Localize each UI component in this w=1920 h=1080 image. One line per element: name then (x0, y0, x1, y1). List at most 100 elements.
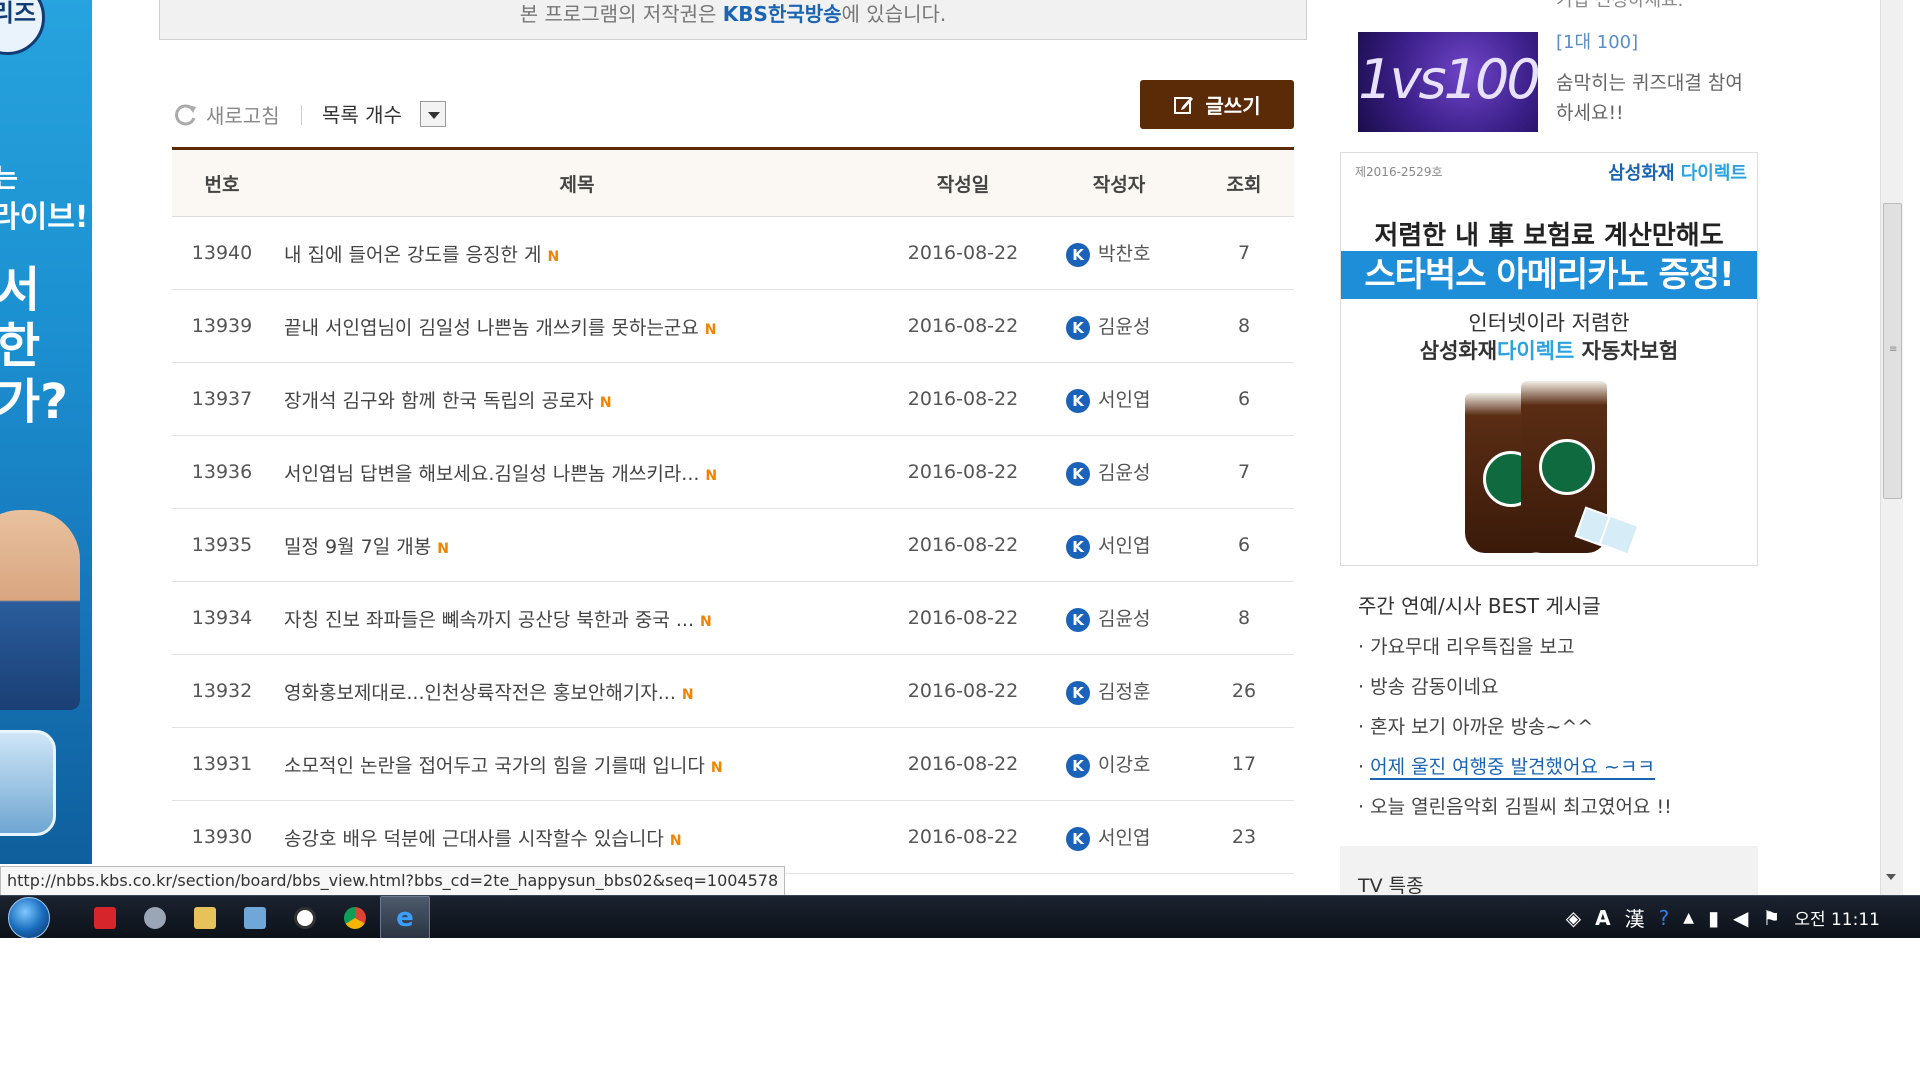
table-row[interactable]: 13937 장개석 김구와 함께 한국 독립의 공로자 N 2016-08-22 K 서인… (172, 362, 1294, 436)
table-row[interactable]: 13936 서인엽님 답변을 해보세요.김일성 나쁜놈 개쓰키라... N 2016-… (172, 435, 1294, 509)
post-number: 13932 (172, 654, 272, 728)
post-writer-cell[interactable]: K 김정훈 (1044, 654, 1194, 728)
vertical-scrollbar[interactable]: ≡ (1880, 0, 1903, 895)
chevron-down-icon[interactable] (419, 100, 446, 127)
kbs-member-icon: K (1066, 461, 1090, 486)
language-bar-icon[interactable]: ◈ (1566, 906, 1581, 930)
post-subject-link[interactable]: 소모적인 논란을 접어두고 국가의 힘을 기를때 입니다 (284, 755, 705, 777)
post-writer-cell[interactable]: K 서인엽 (1044, 800, 1194, 874)
taskbar-app-red-icon[interactable] (80, 896, 130, 938)
post-writer-cell[interactable]: K 김윤성 (1044, 435, 1194, 509)
taskbar-app-media-icon[interactable] (280, 896, 330, 938)
post-writer-cell[interactable]: K 김윤성 (1044, 289, 1194, 363)
post-views: 6 (1194, 508, 1294, 582)
kbs-member-icon: K (1066, 242, 1090, 267)
best-post-link[interactable]: 혼자 보기 아까운 방송~^^ (1370, 716, 1593, 738)
table-row[interactable]: 13932 영화홍보제대로...인천상륙작전은 홍보안해기자... N 2016-08… (172, 654, 1294, 728)
ad-text-3c: 가? (0, 374, 69, 430)
post-writer-cell[interactable]: K 박찬호 (1044, 216, 1194, 290)
best-post-item[interactable]: 방송 감동이네요 (1358, 672, 1672, 712)
post-writer[interactable]: 김정훈 (1098, 681, 1150, 703)
kbs-member-icon: K (1066, 826, 1090, 851)
board-table: 번호 제목 작성일 작성자 조회 13940 내 집에 들어온 강도를 응징한 게… (172, 147, 1294, 938)
taskbar: e ◈ A 漢 ? ▲ ▮ ◀ ⚑ 오전 11:11 (0, 895, 1920, 938)
taskbar-app-window-icon[interactable] (230, 896, 280, 938)
best-post-item[interactable]: 어제 울진 여행중 발견했어요 ~ㅋㅋ (1358, 752, 1672, 792)
table-row[interactable]: 13931 소모적인 논란을 접어두고 국가의 힘을 기를때 입니다 N 2016-0… (172, 727, 1294, 801)
post-views: 17 (1194, 727, 1294, 801)
internet-explorer-icon[interactable]: e (380, 896, 430, 938)
new-post-badge: N (704, 321, 717, 338)
kbs-member-icon: K (1066, 388, 1090, 413)
post-views: 8 (1194, 581, 1294, 655)
post-writer[interactable]: 김윤성 (1098, 462, 1150, 484)
table-row[interactable]: 13939 끝내 서인엽님이 김일성 나쁜놈 개쓰키를 못하는군요 N 2016-08… (172, 289, 1294, 363)
post-subject-link[interactable]: 송강호 배우 덕분에 근대사를 시작할수 있습니다 (284, 828, 664, 850)
best-post-link[interactable]: 가요무대 리우특집을 보고 (1370, 636, 1574, 658)
post-writer[interactable]: 박찬호 (1098, 243, 1150, 265)
post-subject-link[interactable]: 서인엽님 답변을 해보세요.김일성 나쁜놈 개쓰키라... (284, 463, 699, 485)
help-icon[interactable]: ? (1659, 906, 1670, 930)
post-subject-link[interactable]: 끝내 서인엽님이 김일성 나쁜놈 개쓰키를 못하는군요 (284, 317, 699, 339)
taskbar-clock[interactable]: 오전 11:11 (1794, 905, 1880, 930)
post-subject-link[interactable]: 장개석 김구와 함께 한국 독립의 공로자 (284, 390, 594, 412)
refresh-button[interactable]: 새로고침 (172, 100, 280, 129)
post-writer-cell[interactable]: K 이강호 (1044, 727, 1194, 801)
best-post-link[interactable]: 방송 감동이네요 (1370, 676, 1498, 698)
post-subject-link[interactable]: 내 집에 들어온 강도를 응징한 게 (284, 244, 541, 266)
best-post-link[interactable]: 어제 울진 여행중 발견했어요 ~ㅋㅋ (1370, 756, 1655, 780)
ad-text-2: 라이브! (0, 200, 89, 235)
list-count-select[interactable]: 목록 개수 (322, 99, 446, 128)
ime-a-indicator[interactable]: A (1595, 906, 1610, 930)
post-writer[interactable]: 서인엽 (1098, 535, 1150, 557)
write-button[interactable]: 글쓰기 (1140, 80, 1294, 129)
post-subject-link[interactable]: 밀정 9월 7일 개봉 (284, 536, 431, 558)
ad-text-3b: 한 (0, 318, 41, 374)
toolbar-divider (301, 105, 302, 125)
post-subject-cell: 영화홍보제대로...인천상륙작전은 홍보안해기자... N (272, 654, 882, 728)
best-post-item[interactable]: 가요무대 리우특집을 보고 (1358, 632, 1672, 672)
best-post-item[interactable]: 오늘 열린음악회 김필씨 최고였어요 !! (1358, 792, 1672, 832)
post-views: 23 (1194, 800, 1294, 874)
post-subject-link[interactable]: 자칭 진보 좌파들은 뼤속까지 공산당 북한과 중국 ... (284, 609, 694, 631)
post-writer[interactable]: 김윤성 (1098, 316, 1150, 338)
scrollbar-thumb[interactable]: ≡ (1883, 203, 1902, 499)
post-writer-cell[interactable]: K 서인엽 (1044, 508, 1194, 582)
best-post-link[interactable]: 오늘 열린음악회 김필씨 최고였어요 !! (1370, 796, 1672, 818)
post-date: 2016-08-22 (882, 581, 1044, 655)
kbs-member-icon: K (1066, 753, 1090, 778)
scroll-down-arrow-icon[interactable] (1886, 874, 1896, 880)
insurance-ad[interactable]: 제2016-2529호 삼성화재 다이렉트 저렴한 내 車 보험료 계산만해도 … (1340, 152, 1758, 566)
action-center-icon[interactable]: ▮ (1708, 906, 1719, 930)
post-writer[interactable]: 김윤성 (1098, 608, 1150, 630)
table-row[interactable]: 13934 자칭 진보 좌파들은 뼤속까지 공산당 북한과 중국 ... N 2016… (172, 581, 1294, 655)
ad-sub-direct: 다이렉트 (1497, 339, 1575, 363)
quiz-tag[interactable]: [1대 100] (1556, 28, 1638, 54)
quiz-promo[interactable]: 1vs100 [1대 100] 숨막히는 퀴즈대결 참여하세요!! (1358, 32, 1758, 136)
ad-subtext-1: 인터넷이라 저렴한 (1468, 311, 1630, 335)
quiz-thumbnail[interactable]: 1vs100 (1358, 32, 1538, 132)
table-row[interactable]: 13935 밀정 9월 7일 개봉 N 2016-08-22 K 서인엽 6 (172, 508, 1294, 582)
grip-icon: ≡ (1889, 344, 1898, 355)
ime-han-indicator[interactable]: 漢 (1625, 903, 1645, 932)
best-post-item[interactable]: 혼자 보기 아까운 방송~^^ (1358, 712, 1672, 752)
file-explorer-icon[interactable] (180, 896, 230, 938)
table-row[interactable]: 13940 내 집에 들어온 강도를 응징한 게 N 2016-08-22 K 박찬호 7 (172, 216, 1294, 290)
new-post-badge: N (700, 613, 712, 630)
chrome-icon[interactable] (330, 896, 380, 938)
volume-muted-icon[interactable]: ◀ (1733, 906, 1748, 930)
ad-text-3: 서 한 가? (0, 262, 68, 430)
quiz-description[interactable]: 숨막히는 퀴즈대결 참여하세요!! (1556, 68, 1756, 128)
post-subject-link[interactable]: 영화홍보제대로...인천상륙작전은 홍보안해기자... (284, 682, 676, 704)
taskbar-app-tools-icon[interactable] (130, 896, 180, 938)
post-writer[interactable]: 서인엽 (1098, 827, 1150, 849)
left-banner-ad[interactable]: 리즈 는 라이브! 서 한 가? (0, 0, 92, 864)
post-writer-cell[interactable]: K 서인엽 (1044, 362, 1194, 436)
start-button[interactable] (4, 896, 54, 938)
show-hidden-icons-icon[interactable]: ▲ (1683, 910, 1694, 926)
post-writer[interactable]: 서인엽 (1098, 389, 1150, 411)
post-writer[interactable]: 이강호 (1098, 754, 1150, 776)
table-row[interactable]: 13930 송강호 배우 덕분에 근대사를 시작할수 있습니다 N 2016-08-2… (172, 800, 1294, 874)
flag-icon[interactable]: ⚑ (1762, 906, 1780, 930)
post-writer-cell[interactable]: K 김윤성 (1044, 581, 1194, 655)
